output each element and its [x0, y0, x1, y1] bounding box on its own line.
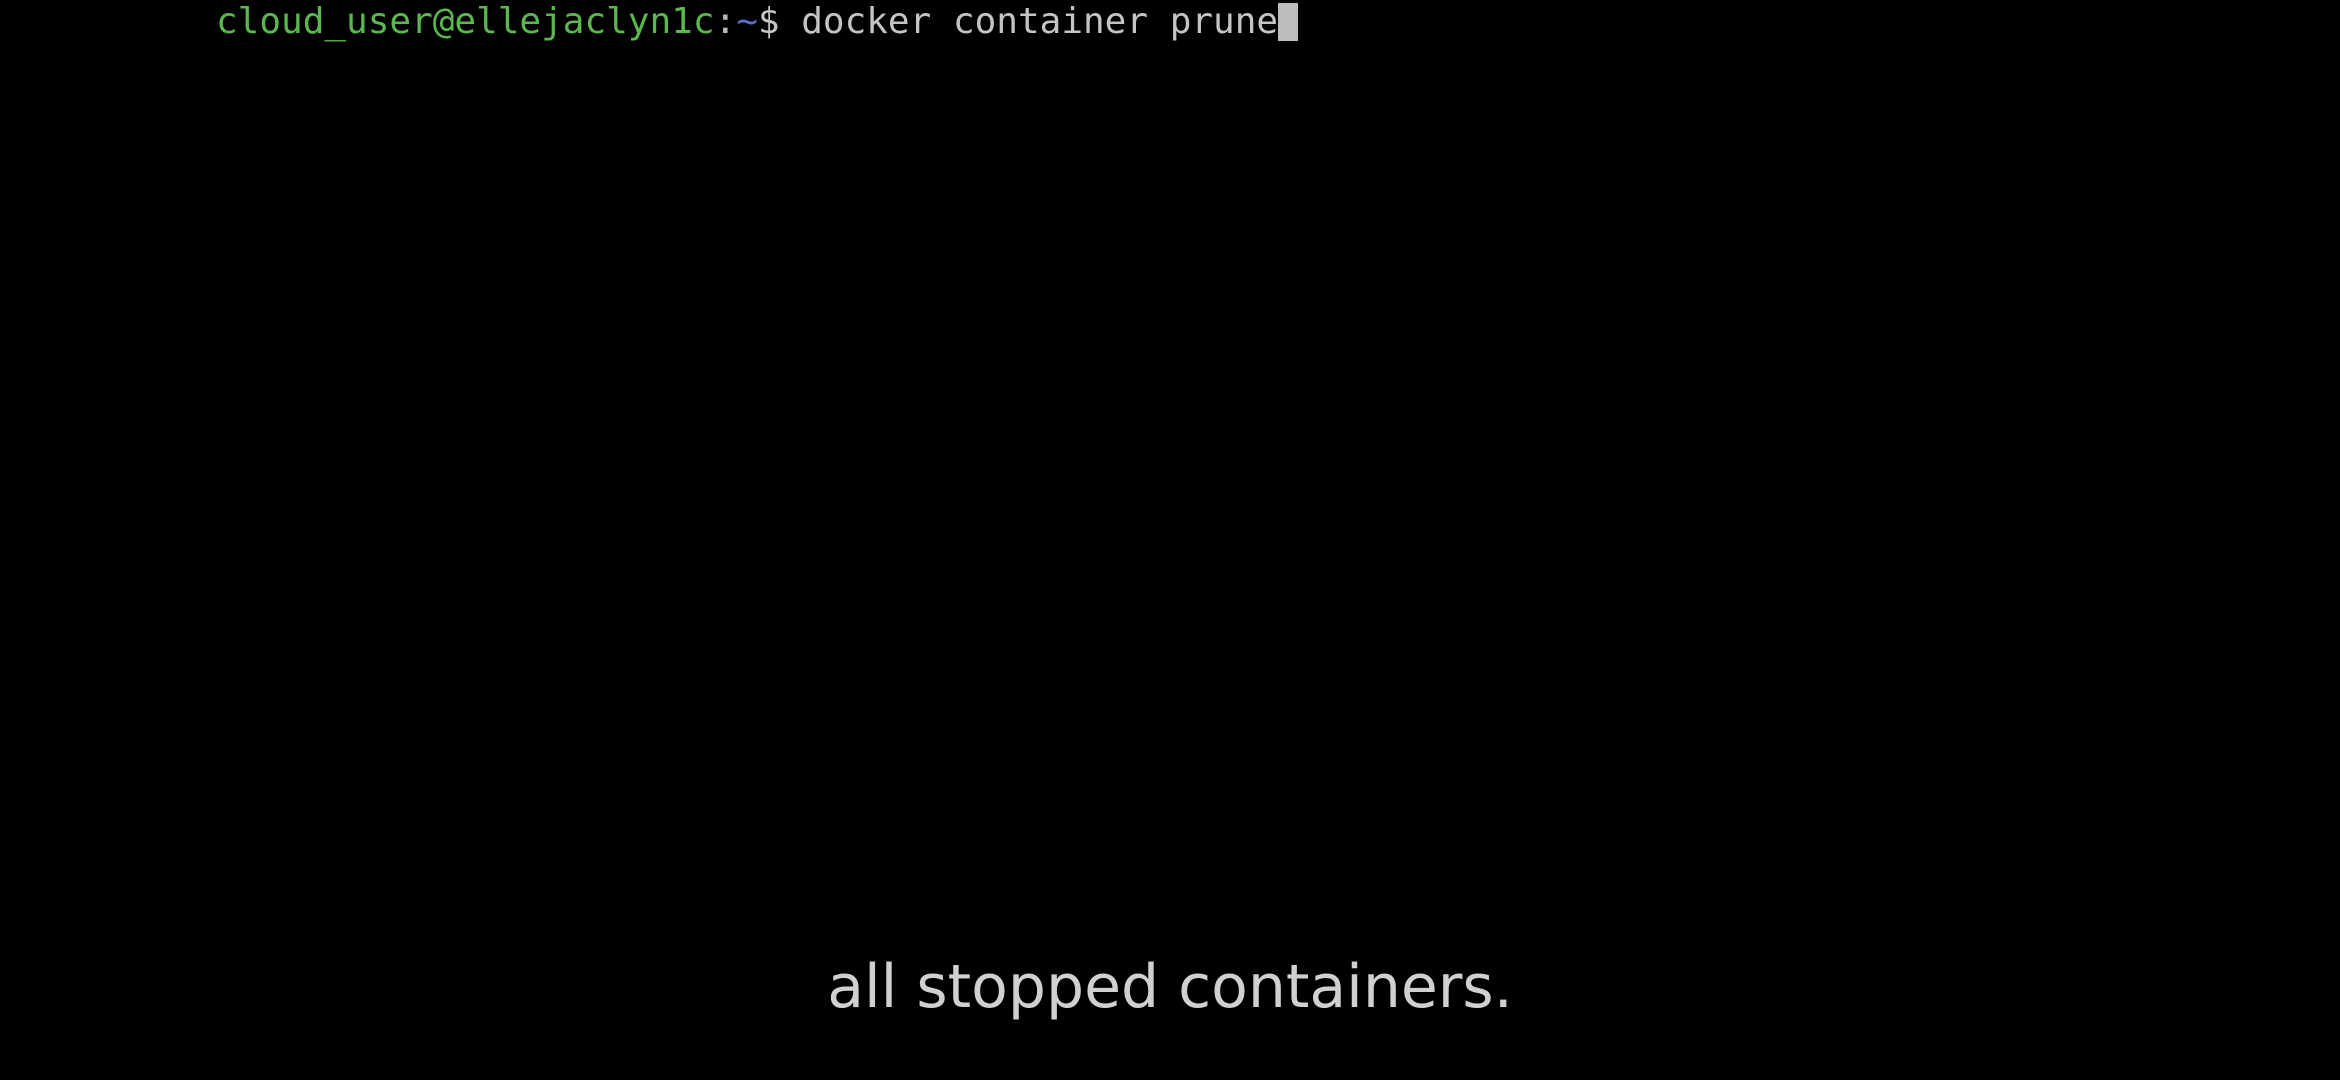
prompt-separator: : [714, 1, 737, 42]
prompt-path: ~ [736, 1, 758, 42]
text-cursor [1278, 3, 1299, 41]
command-text[interactable]: docker container prune [780, 1, 1278, 42]
prompt-symbol: $ [757, 1, 780, 42]
video-subtitle: all stopped containers. [827, 952, 1513, 1022]
command-line[interactable]: cloud_user@ellejaclyn1c:~$ docker contai… [216, 0, 1299, 44]
terminal-window[interactable]: cloud_user@ellejaclyn1c:~$ docker contai… [0, 0, 2340, 1080]
prompt-user-host: cloud_user@ellejaclyn1c [216, 1, 715, 42]
